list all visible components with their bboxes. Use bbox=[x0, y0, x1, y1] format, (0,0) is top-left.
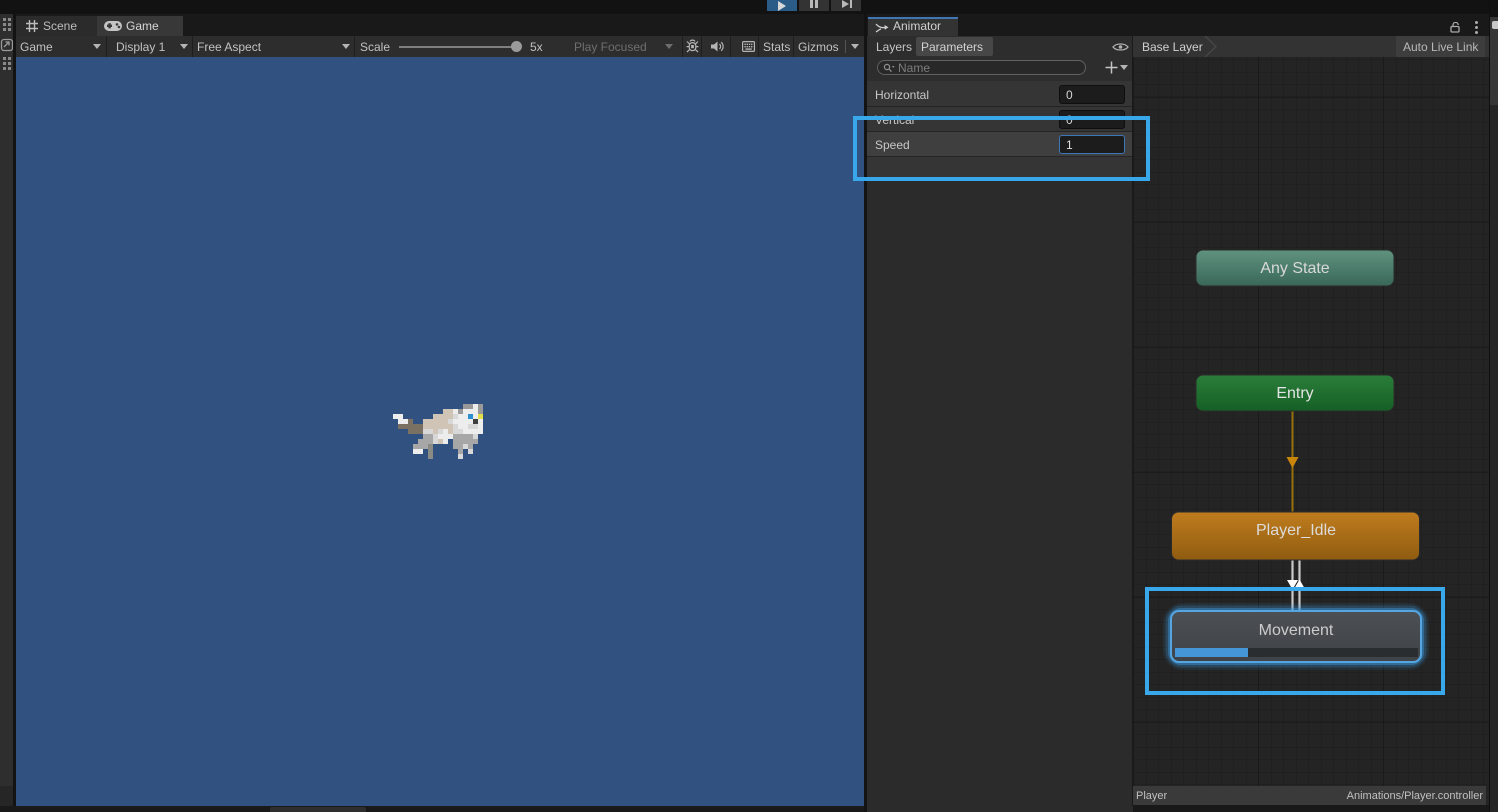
svg-text:Entry: Entry bbox=[1276, 385, 1313, 402]
svg-text:Any State: Any State bbox=[1260, 260, 1329, 277]
svg-text:Player_Idle: Player_Idle bbox=[1256, 522, 1336, 539]
